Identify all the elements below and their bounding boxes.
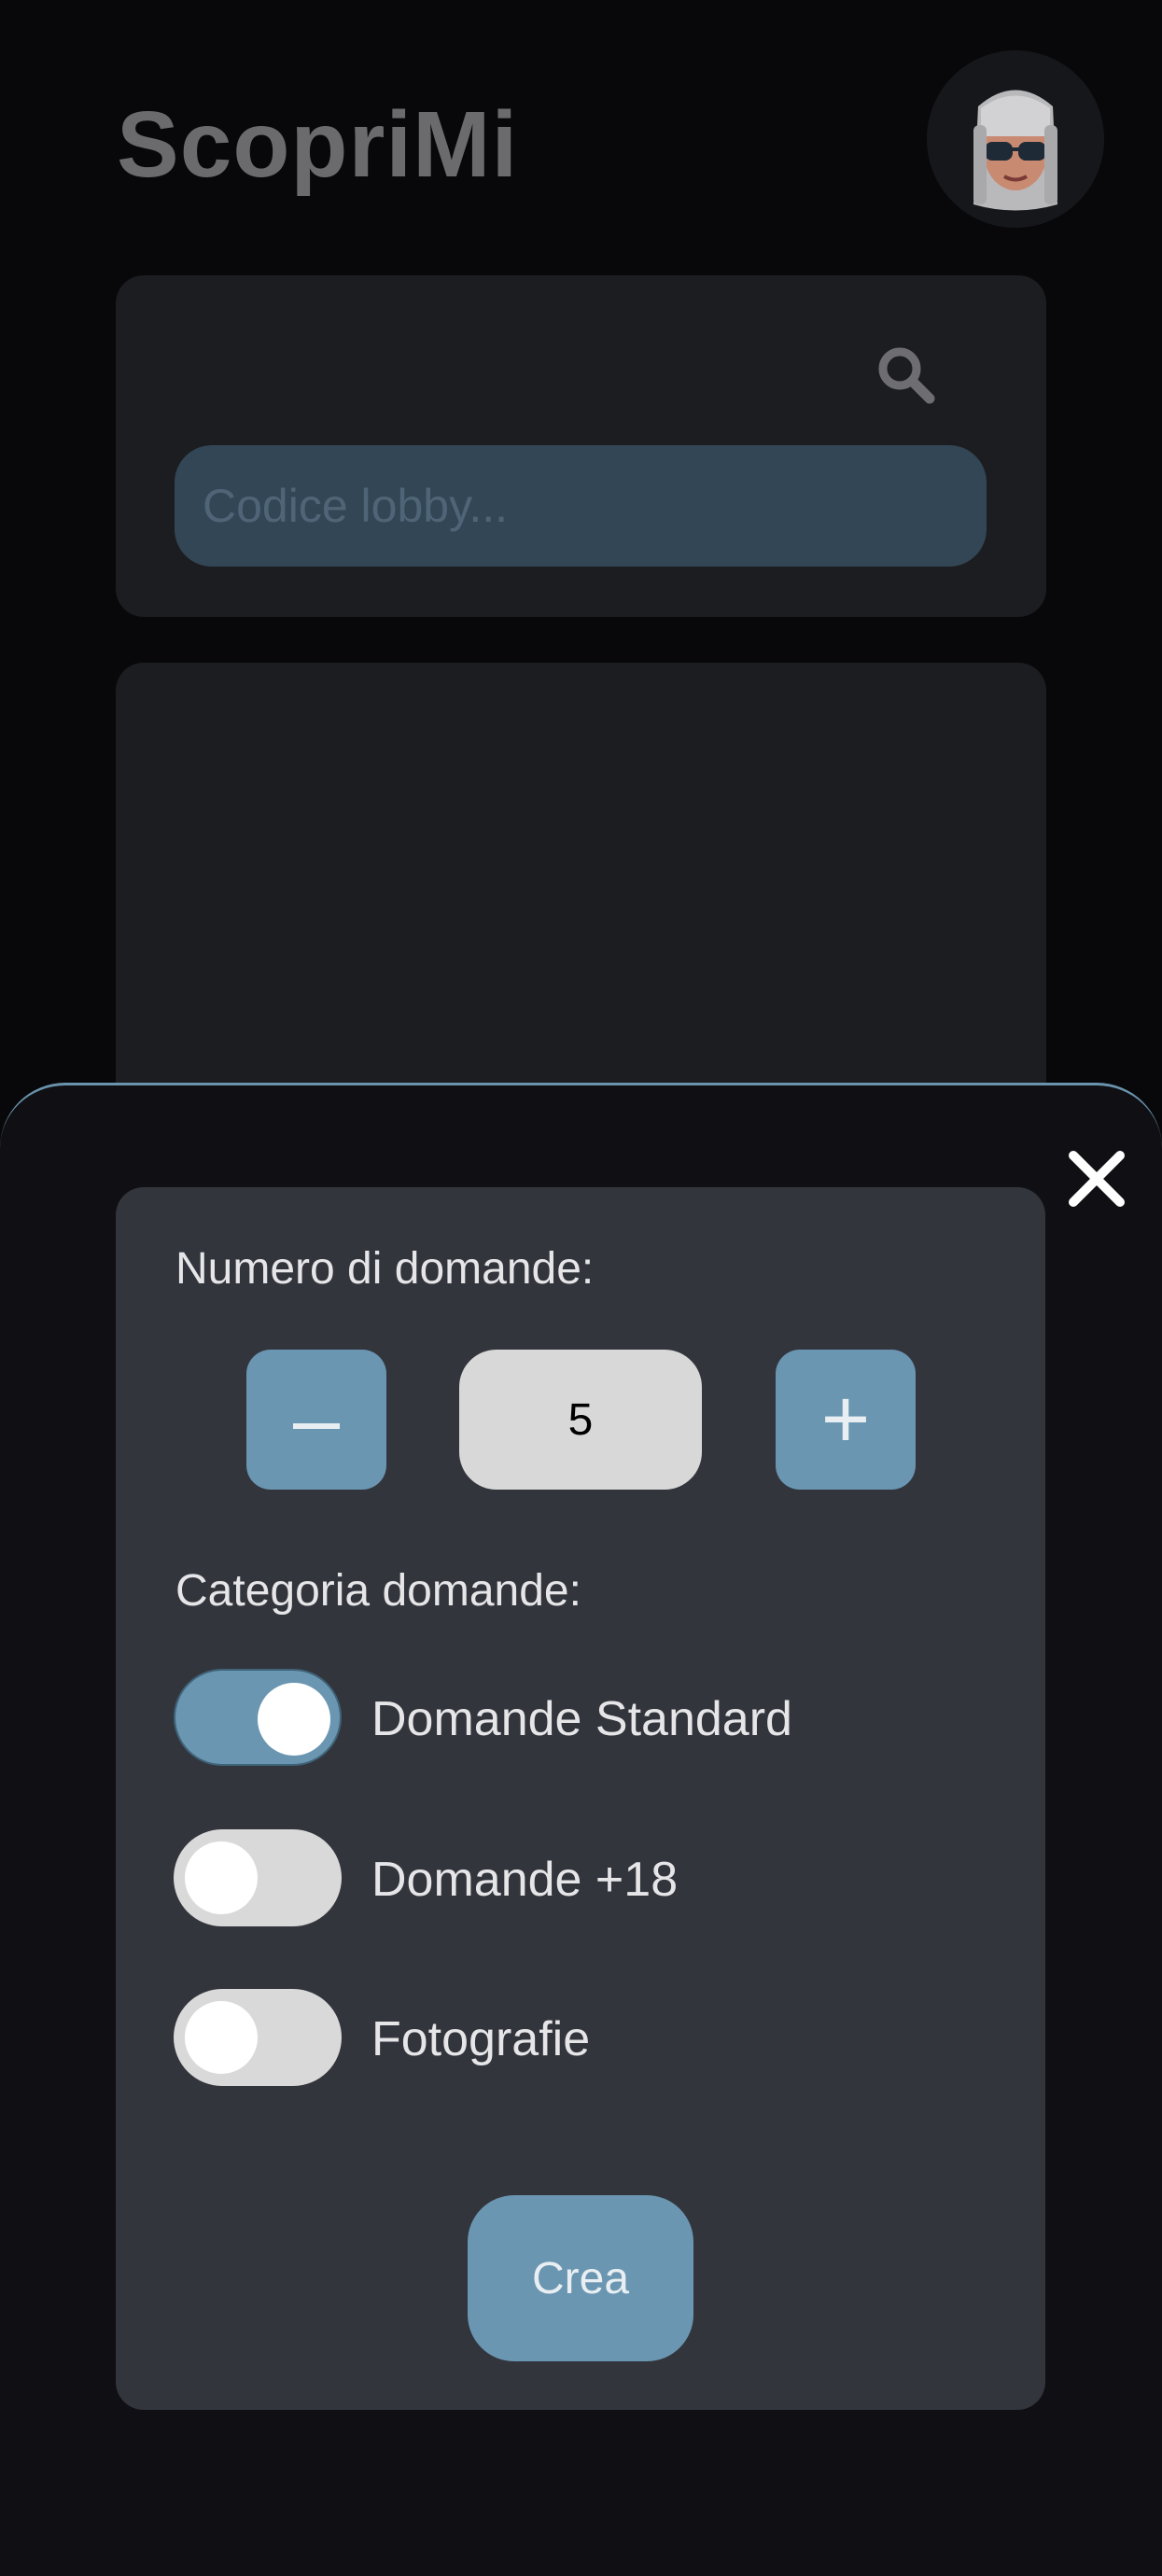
create-lobby-panel: Numero di domande: – 5 + Categoria doman… <box>116 1187 1045 2410</box>
category-label: Categoria domande: <box>175 1566 581 1616</box>
toggle-knob <box>258 1683 330 1756</box>
category-label-adult: Domande +18 <box>371 1853 679 1907</box>
create-button[interactable]: Crea <box>468 2195 693 2361</box>
question-count-value: 5 <box>459 1350 702 1490</box>
toggle-photos[interactable] <box>174 1989 342 2086</box>
search-card <box>116 275 1046 617</box>
toggle-adult[interactable] <box>174 1829 342 1926</box>
question-count-label: Numero di domande: <box>175 1244 595 1294</box>
search-icon[interactable] <box>874 343 939 408</box>
avatar-memoji-icon <box>927 50 1104 228</box>
avatar[interactable] <box>927 50 1104 228</box>
toggle-knob <box>185 2001 258 2074</box>
category-row-standard: Domande Standard <box>174 1669 920 1766</box>
toggle-knob <box>185 1841 258 1914</box>
category-label-photos: Fotografie <box>371 2012 591 2066</box>
category-row-photos: Fotografie <box>174 1989 920 2086</box>
decrement-button[interactable]: – <box>246 1350 386 1490</box>
close-icon[interactable] <box>1064 1146 1129 1211</box>
category-label-standard: Domande Standard <box>371 1692 792 1746</box>
category-row-adult: Domande +18 <box>174 1829 920 1926</box>
app-title: ScopriMi <box>117 92 519 197</box>
increment-button[interactable]: + <box>776 1350 916 1490</box>
toggle-standard[interactable] <box>174 1669 342 1766</box>
lobby-code-input[interactable] <box>175 445 987 567</box>
